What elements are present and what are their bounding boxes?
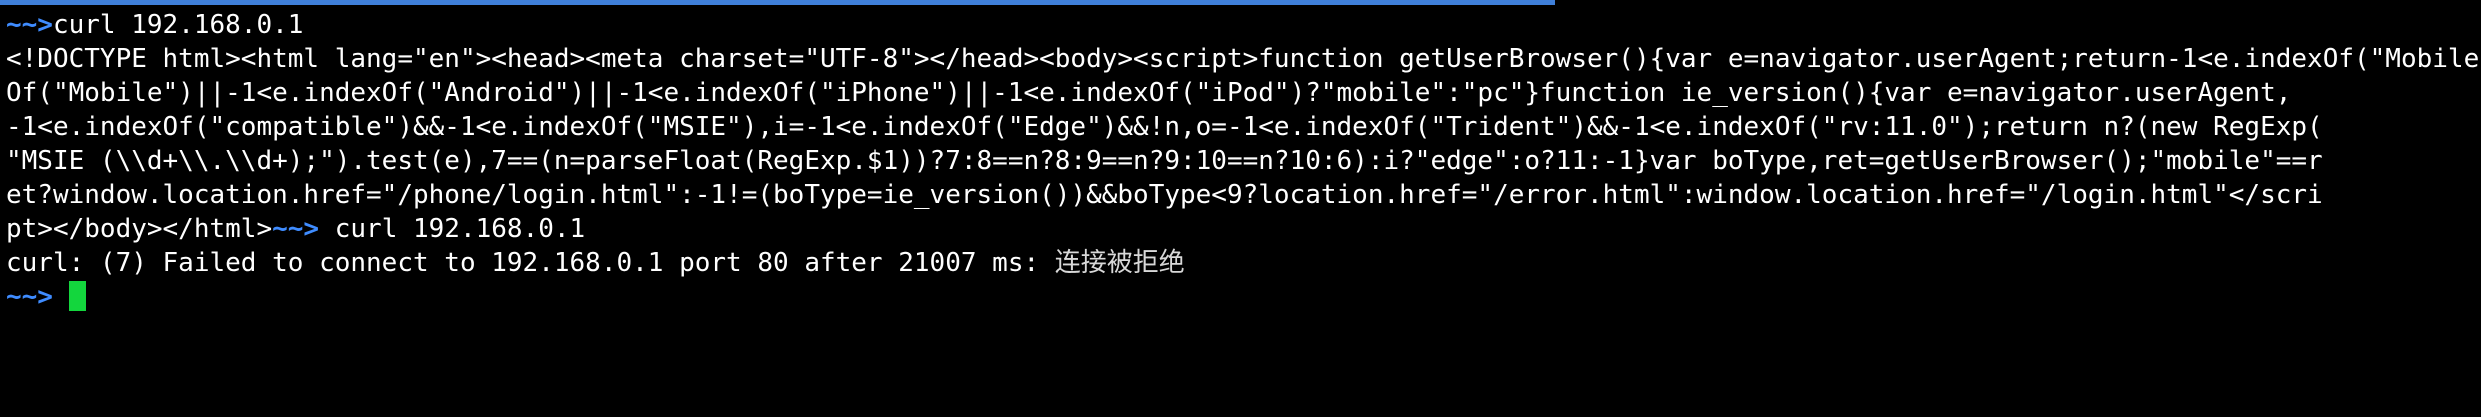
- terminal-output-line: <!DOCTYPE html><html lang="en"><head><me…: [6, 44, 2481, 74]
- terminal-output-line: -1<e.indexOf("compatible")&&-1<e.indexOf…: [6, 112, 2323, 142]
- terminal-output-line: Of("Mobile")||-1<e.indexOf("Android")||-…: [6, 78, 2292, 108]
- shell-prompt: ~~>: [6, 282, 53, 312]
- terminal-line-1: ~~>curl 192.168.0.1: [6, 8, 2481, 42]
- text-cursor[interactable]: [68, 281, 86, 311]
- terminal-output-line: "MSIE (\\d+\\.\\d+);").test(e),7==(n=par…: [6, 146, 2323, 176]
- terminal-line-9[interactable]: ~~>: [6, 280, 2481, 314]
- shell-prompt: ~~>: [6, 10, 53, 40]
- terminal-output-tail: pt></body></html>: [6, 214, 273, 244]
- terminal-window[interactable]: ~~>curl 192.168.0.1 <!DOCTYPE html><html…: [6, 8, 2481, 417]
- command-text: curl 192.168.0.1: [334, 214, 586, 244]
- terminal-output-line: et?window.location.href="/phone/login.ht…: [6, 180, 2323, 210]
- terminal-line-7: pt></body></html>~~> curl 192.168.0.1: [6, 212, 2481, 246]
- error-message-cjk: 连接被拒绝: [1054, 248, 1185, 278]
- window-accent-bar: [0, 0, 1555, 5]
- command-text: curl 192.168.0.1: [52, 10, 304, 40]
- error-message: curl: (7) Failed to connect to 192.168.0…: [6, 248, 1055, 278]
- shell-prompt: ~~>: [272, 214, 320, 244]
- terminal-line-8: curl: (7) Failed to connect to 192.168.0…: [6, 246, 2481, 280]
